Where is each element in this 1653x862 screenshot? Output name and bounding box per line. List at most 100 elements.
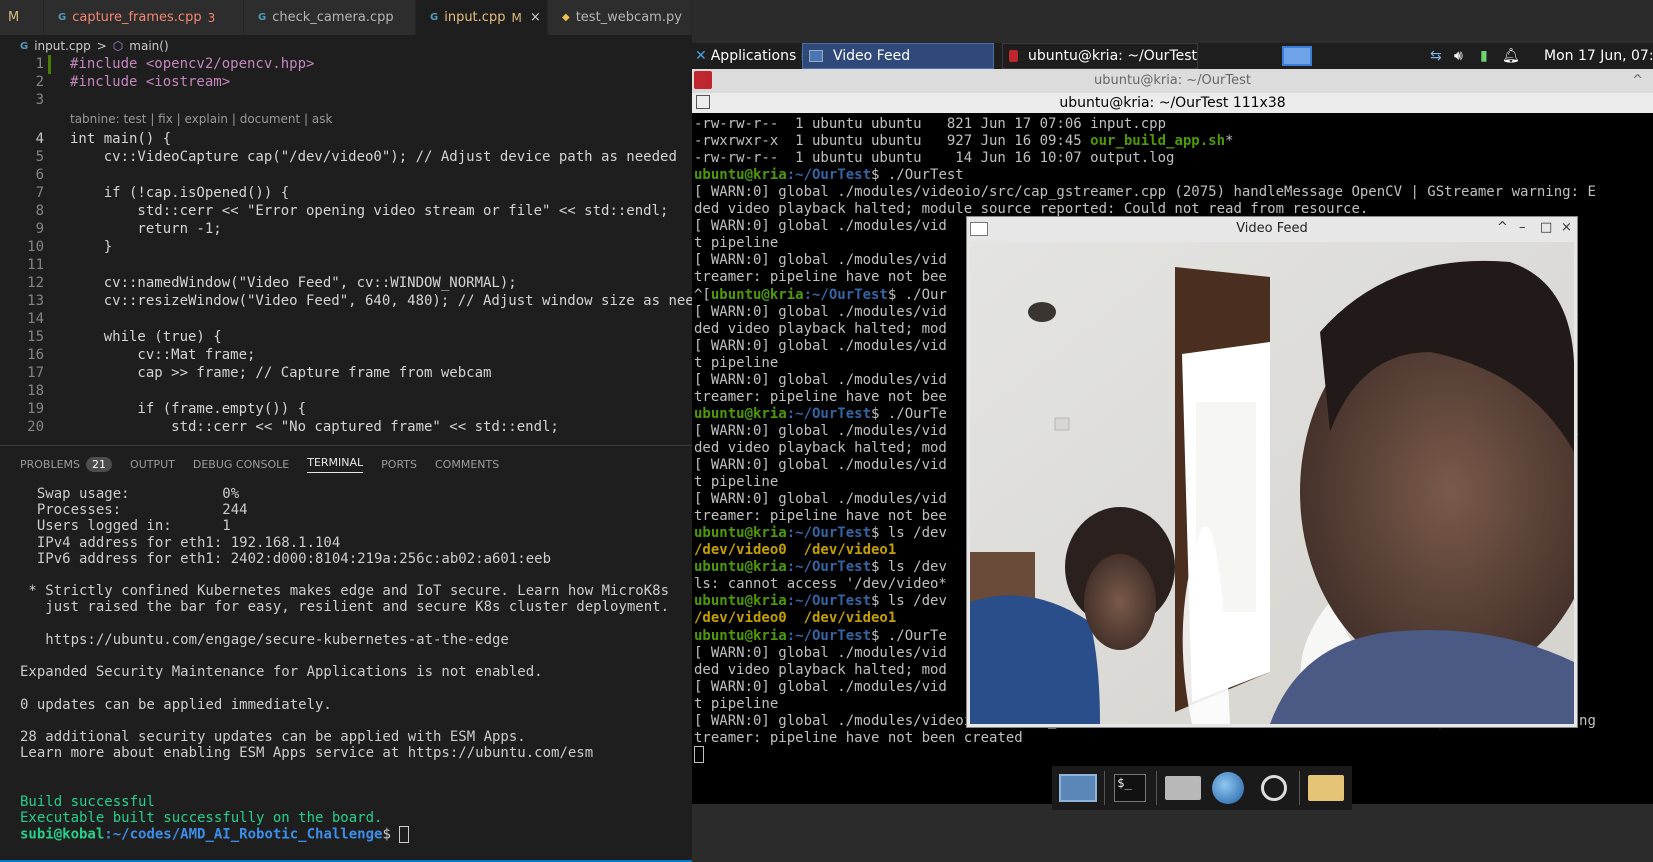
code-line[interactable]: 10 } <box>0 238 692 257</box>
taskbar-video-feed[interactable]: Video Feed <box>802 43 994 69</box>
menu-icon[interactable] <box>696 95 710 109</box>
code-line[interactable]: 18 <box>0 382 692 401</box>
command-text: $ ls /dev <box>871 525 947 542</box>
code-line[interactable]: 16 cv::Mat frame; <box>0 346 692 365</box>
code-line[interactable]: 11 <box>0 256 692 275</box>
window-titlebar[interactable]: ubuntu@kria: ~/OurTest ^ <box>692 69 1653 93</box>
code-line[interactable]: 14 <box>0 310 692 329</box>
monitor-icon[interactable] <box>1058 769 1098 807</box>
tab-terminal[interactable]: TERMINAL <box>307 456 364 473</box>
modified-badge: M <box>511 10 522 25</box>
output-text: t pipeline <box>694 354 779 371</box>
codelens-tabnine[interactable]: tabnine: test | fix | explain | document… <box>70 112 332 126</box>
notification-bell-icon[interactable]: 🔔︎ <box>1502 43 1520 69</box>
output-text: ls: cannot access '/dev/video* <box>694 576 947 593</box>
tab-debug-console[interactable]: DEBUG CONSOLE <box>193 458 289 471</box>
command-text: $ ./OurTest <box>871 167 964 184</box>
output-text: ded video playback halted; mod <box>694 320 947 337</box>
output-text: t pipeline <box>694 235 779 252</box>
code-line[interactable]: 4 int main() { <box>0 130 692 149</box>
terminal-icon[interactable]: $_ <box>1110 769 1150 807</box>
tab-input-cpp[interactable]: G input.cpp M × <box>416 0 548 35</box>
code-line[interactable]: 9 return -1; <box>0 220 692 239</box>
taskbar-terminal[interactable]: ubuntu@kria: ~/OurTest <box>1002 43 1198 69</box>
code-line[interactable]: 17 cap >> frame; // Capture frame from w… <box>0 364 692 383</box>
bottom-panel: PROBLEMS 21 OUTPUT DEBUG CONSOLE TERMINAL… <box>0 445 692 862</box>
breadcrumb-file[interactable]: input.cpp <box>34 39 91 53</box>
output-line: treamer: pipeline have not bee <box>694 268 947 286</box>
xfce-top-panel: ✕ Applications ⁞ Video Feed ubuntu@kria:… <box>692 43 1653 69</box>
vscode-window: M G capture_frames.cpp 3 G check_camera.… <box>0 0 692 862</box>
terminal-app-icon <box>694 71 712 89</box>
tab-overflow[interactable]: M <box>0 0 44 35</box>
prompt-path: :~/OurTest <box>786 525 872 542</box>
workspace-1[interactable] <box>1282 46 1312 66</box>
network-icon[interactable]: ⇆ <box>1430 43 1442 69</box>
video-window-titlebar[interactable]: Video Feed ^ – □ × <box>967 217 1577 241</box>
battery-icon[interactable]: ▮ <box>1480 43 1488 69</box>
ls-line: -rw-rw-r-- 1 ubuntu ubuntu 14 Jun 16 10:… <box>694 149 1174 167</box>
code-line[interactable]: 6 <box>0 166 692 185</box>
python-file-icon: ◆ <box>562 12 570 23</box>
ctrl-chars: ^[ <box>694 286 711 303</box>
error-count-badge: 3 <box>207 10 216 25</box>
applications-menu[interactable]: ✕ Applications ⁞ <box>695 43 805 69</box>
home-folder-icon[interactable] <box>1163 769 1203 807</box>
output-text: [ WARN:0] global ./modules/videoio/src/c… <box>694 184 1596 201</box>
terminal-line: Swap usage: 0% <box>20 486 240 502</box>
code-line[interactable]: 1 #include <opencv2/opencv.hpp> <box>0 55 692 74</box>
output-text: treamer: pipeline have not bee <box>694 508 947 525</box>
output-line: treamer: pipeline have not been created <box>694 729 1023 747</box>
minimize-icon[interactable]: – <box>1519 220 1526 235</box>
close-icon[interactable]: × <box>1561 220 1572 235</box>
web-browser-icon[interactable] <box>1208 769 1248 807</box>
clock[interactable]: Mon 17 Jun, 07:1 <box>1544 43 1653 69</box>
cursor-line <box>694 746 704 764</box>
ls-perm: -rw-rw-r-- 1 ubuntu ubuntu 14 Jun 16 10:… <box>694 150 1091 167</box>
output-line: [ WARN:0] global ./modules/videoio/src/c… <box>694 183 1596 201</box>
tab-output[interactable]: OUTPUT <box>130 458 175 471</box>
cpp-file-icon: G <box>430 12 439 23</box>
output-text: ded video playback halted; mod <box>694 439 947 456</box>
tab-comments[interactable]: COMMENTS <box>435 458 499 471</box>
tab-ports[interactable]: PORTS <box>381 458 417 471</box>
tab-test-webcam[interactable]: ◆ test_webcam.py <box>548 0 692 35</box>
code-line[interactable]: 20 std::cerr << "No captured frame" << s… <box>0 418 692 437</box>
workspace-switcher[interactable] <box>1282 43 1312 69</box>
search-icon[interactable] <box>1254 769 1294 807</box>
line-number: 3 <box>35 92 44 108</box>
breadcrumb-symbol[interactable]: main() <box>129 39 168 53</box>
line-number: 15 <box>27 329 44 345</box>
code-line[interactable]: 8 std::cerr << "Error opening video stre… <box>0 202 692 221</box>
output-line: t pipeline <box>694 354 778 372</box>
maximize-icon[interactable]: ^ <box>1632 69 1643 93</box>
output-line: t pipeline <box>694 473 778 491</box>
terminal-prompt[interactable]: subi@kobal:~/codes/AMD_AI_Robotic_Challe… <box>20 826 410 844</box>
output-line: treamer: pipeline have not bee <box>694 388 947 406</box>
tab-problems[interactable]: PROBLEMS 21 <box>20 457 113 472</box>
code-line[interactable]: 13 cv::resizeWindow("Video Feed", 640, 4… <box>0 292 692 311</box>
prompt-user: ubuntu@kria <box>694 405 787 422</box>
volume-icon[interactable]: 🔊︎ <box>1454 43 1463 69</box>
shade-icon[interactable]: ^ <box>1497 220 1508 235</box>
close-icon[interactable]: × <box>530 10 541 25</box>
maximize-icon[interactable]: □ <box>1540 220 1552 235</box>
tab-check-camera[interactable]: G check_camera.cpp <box>244 0 416 35</box>
folder-icon[interactable] <box>1306 769 1346 807</box>
output-text: treamer: pipeline have not bee <box>694 269 947 286</box>
code-line[interactable]: 2 #include <iostream> <box>0 73 692 92</box>
code-line[interactable]: 3 <box>0 91 692 110</box>
terminal-line: https://ubuntu.com/engage/secure-kuberne… <box>20 631 509 648</box>
code-text: cv::resizeWindow("Video Feed", 640, 480)… <box>70 293 692 309</box>
code-line[interactable]: 5 cv::VideoCapture cap("/dev/video0"); /… <box>0 148 692 167</box>
prompt-line: ubuntu@kria:~/OurTest$ ./OurTe <box>694 405 947 423</box>
terminal-line: Users logged in: 1 <box>20 518 231 535</box>
code-line[interactable]: 7 if (!cap.isOpened()) { <box>0 184 692 203</box>
code-line[interactable]: 15 while (true) { <box>0 328 692 347</box>
code-line[interactable]: 19 if (frame.empty()) { <box>0 400 692 419</box>
command-text: $ ./OurTe <box>871 627 947 644</box>
tab-capture-frames[interactable]: G capture_frames.cpp 3 <box>44 0 244 35</box>
code-text: cv::namedWindow("Video Feed", cv::WINDOW… <box>70 275 517 291</box>
window-icon <box>809 50 823 62</box>
code-line[interactable]: 12 cv::namedWindow("Video Feed", cv::WIN… <box>0 274 692 293</box>
